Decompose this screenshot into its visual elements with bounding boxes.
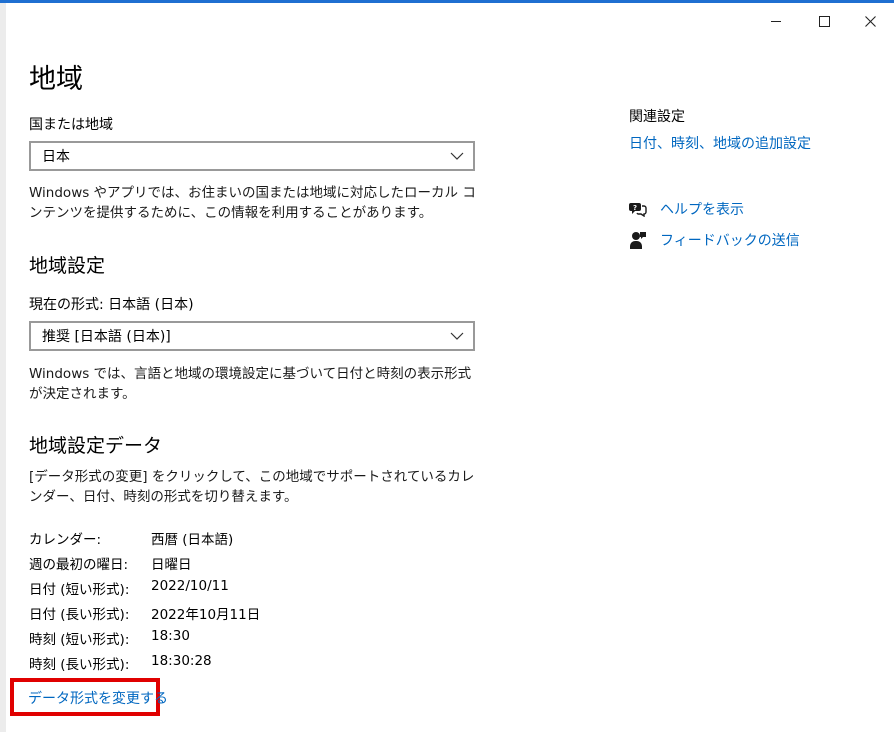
regional-format-dropdown[interactable]: 推奨 [日本語 (日本)] (29, 321, 475, 351)
format-row-key: 時刻 (短い形式): (29, 632, 130, 648)
maximize-button[interactable] (802, 8, 846, 34)
close-button[interactable] (848, 8, 892, 34)
format-data-description: [データ形式の変更] をクリックして、この地域でサポートされているカレンダー、日… (29, 469, 475, 505)
page-title: 地域 (29, 64, 83, 95)
format-row-value: 2022年10月11日 (151, 607, 261, 623)
regional-format-title: 地域設定 (29, 255, 106, 277)
window-left-edge (0, 3, 6, 732)
format-row-value: 西暦 (日本語) (151, 532, 234, 548)
format-row-value: 2022/10/11 (151, 578, 229, 594)
format-row-key: 日付 (長い形式): (29, 607, 130, 623)
format-row-value: 日曜日 (151, 557, 192, 573)
country-dropdown[interactable]: 日本 (29, 141, 475, 171)
format-row-value: 18:30:28 (151, 653, 212, 669)
get-help-label: ヘルプを表示 (660, 202, 744, 218)
format-row-key: 時刻 (長い形式): (29, 657, 130, 673)
send-feedback-link[interactable]: フィードバックの送信 (629, 230, 800, 250)
feedback-person-icon (629, 231, 647, 249)
regional-format-description: Windows では、言語と地域の環境設定に基づいて日付と時刻の表示形式が決定さ… (29, 366, 472, 402)
country-label: 国または地域 (29, 117, 113, 133)
maximize-icon (818, 15, 830, 27)
country-description: Windows やアプリでは、お住まいの国または地域に対応したローカル コンテン… (29, 185, 476, 221)
get-help-link[interactable]: ? ヘルプを表示 (629, 199, 744, 219)
country-selected-value: 日本 (42, 149, 70, 165)
minimize-button[interactable] (754, 8, 798, 34)
minimize-icon (771, 20, 781, 22)
format-row-key: 日付 (短い形式): (29, 582, 130, 598)
window-top-border (0, 0, 894, 3)
close-icon (864, 15, 876, 27)
related-settings-title: 関連設定 (629, 109, 685, 125)
current-format-label: 現在の形式: 日本語 (日本) (29, 297, 194, 313)
format-data-title: 地域設定データ (29, 435, 163, 457)
help-chat-icon: ? (629, 200, 647, 218)
format-row-value: 18:30 (151, 628, 190, 644)
additional-settings-link[interactable]: 日付、時刻、地域の追加設定 (629, 133, 811, 153)
change-data-format-link[interactable]: データ形式を変更する (28, 688, 168, 708)
format-row-key: 週の最初の曜日: (29, 557, 129, 573)
chevron-down-icon (450, 332, 464, 340)
format-row-key: カレンダー: (29, 532, 102, 548)
regional-format-selected-value: 推奨 [日本語 (日本)] (42, 329, 171, 345)
svg-text:?: ? (633, 204, 637, 212)
send-feedback-label: フィードバックの送信 (660, 233, 800, 249)
chevron-down-icon (450, 152, 464, 160)
